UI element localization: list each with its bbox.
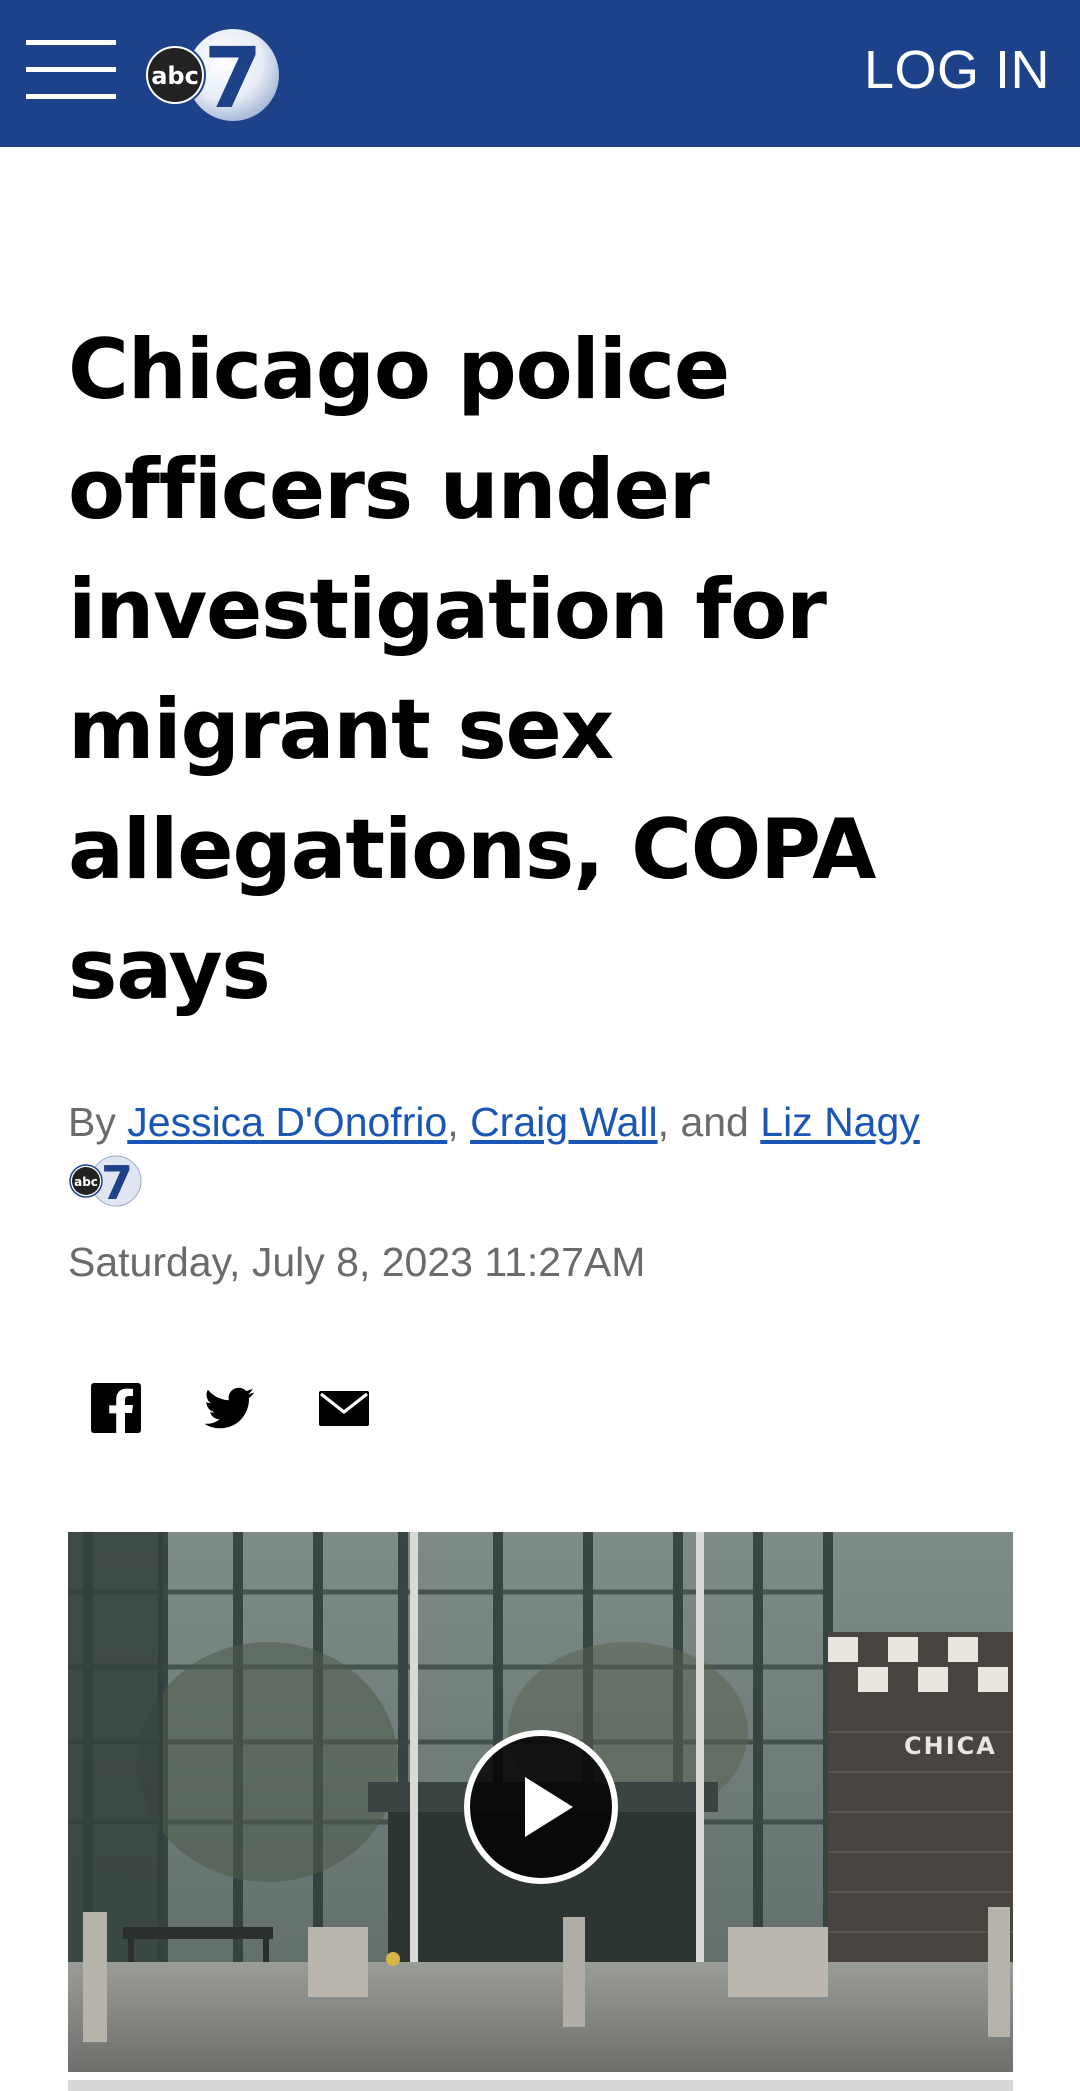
headline-line: Chicago police	[68, 321, 730, 418]
top-nav-bar: 7 abc LOG IN	[0, 0, 1080, 147]
byline-separator: , and	[657, 1099, 749, 1145]
svg-text:7: 7	[101, 1156, 133, 1207]
author-link[interactable]: Liz Nagy	[760, 1099, 920, 1145]
byline-prefix: By	[68, 1099, 116, 1145]
byline: By Jessica D'Onofrio, Craig Wall, and Li…	[68, 1095, 1028, 1149]
byline-separator: ,	[447, 1099, 459, 1145]
building-sign: CHICA	[904, 1732, 997, 1760]
menu-line	[26, 67, 116, 72]
article-headline: Chicago police officers under investigat…	[68, 310, 1018, 1030]
author-link[interactable]: Jessica D'Onofrio	[127, 1099, 447, 1145]
menu-line	[26, 40, 116, 45]
email-icon[interactable]	[316, 1380, 372, 1436]
menu-line	[26, 94, 116, 99]
headline-line: officers under	[68, 441, 710, 538]
play-icon[interactable]	[461, 1727, 621, 1887]
publish-date: Saturday, July 8, 2023 11:27AM	[68, 1239, 646, 1285]
hamburger-menu-icon[interactable]	[26, 40, 116, 100]
svg-text:abc: abc	[74, 1175, 98, 1189]
headline-line: migrant sex	[68, 681, 614, 778]
login-button[interactable]: LOG IN	[864, 40, 1050, 100]
video-progress-strip	[68, 2080, 1013, 2091]
twitter-icon[interactable]	[202, 1380, 258, 1436]
abc7-logo[interactable]: 7 abc	[143, 27, 283, 123]
video-player[interactable]: CHICA	[68, 1532, 1013, 2072]
abc7-station-badge-icon: 7 abc	[69, 1155, 142, 1207]
headline-line: investigation for	[68, 561, 827, 658]
author-link[interactable]: Craig Wall	[470, 1099, 658, 1145]
logo-abc-text: abc	[151, 62, 199, 90]
facebook-icon[interactable]	[88, 1380, 144, 1436]
headline-line: allegations, COPA	[68, 801, 876, 898]
logo-seven: 7	[204, 29, 262, 123]
headline-line: says	[68, 921, 271, 1018]
